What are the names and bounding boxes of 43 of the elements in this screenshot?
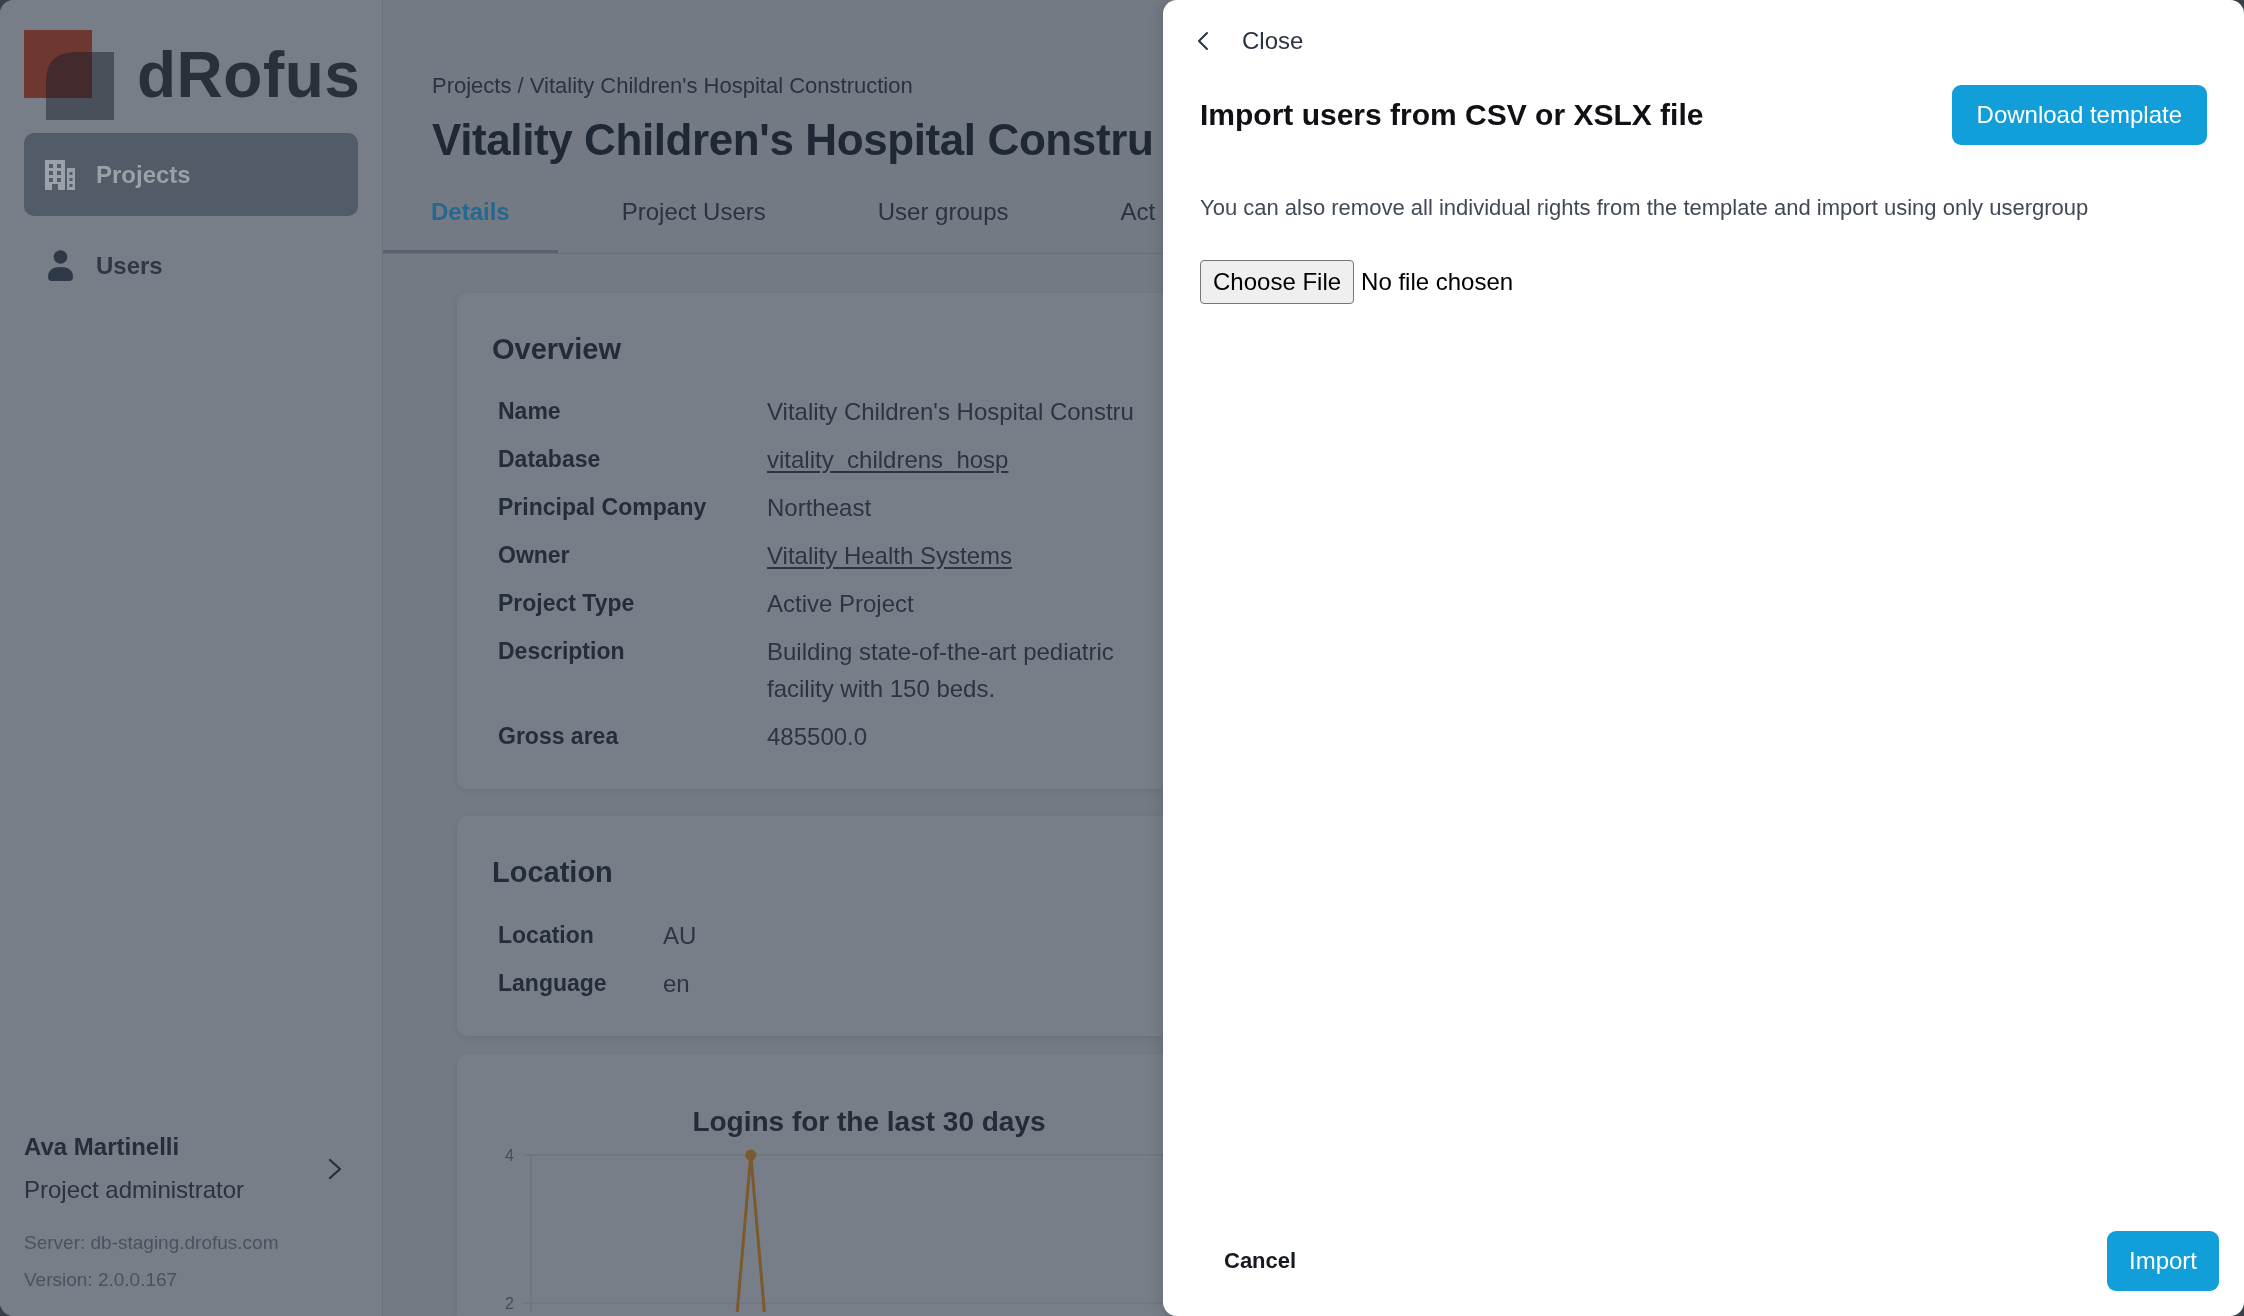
field-value: en <box>663 968 690 999</box>
field-label: Project Type <box>498 589 635 618</box>
user-name: Ava Martinelli <box>24 1132 181 1162</box>
person-icon <box>47 250 73 281</box>
tab[interactable]: User groups <box>829 170 1057 253</box>
card-title: Overview <box>492 332 621 367</box>
panel-title: Import users from CSV or XSLX file <box>1200 98 1704 132</box>
choose-file-button[interactable]: Choose File <box>1200 260 1355 304</box>
field-value: 485500.0 <box>767 721 868 752</box>
user-role: Project administrator <box>24 1175 245 1205</box>
page-title: Vitality Children's Hospital Constru <box>432 114 1154 166</box>
cancel-button[interactable]: Cancel <box>1200 1231 1321 1291</box>
nav-item[interactable]: Users <box>24 224 358 307</box>
field-value: Vitality Children's Hospital Constru <box>767 396 1134 427</box>
field-label: Location <box>498 921 594 950</box>
chevron-right-icon[interactable] <box>328 1157 342 1180</box>
hint-text: You can also remove all individual rights from the template and import using only usergroup <box>1200 195 2090 221</box>
field-value: Northeast <box>767 492 872 523</box>
field-link[interactable]: Vitality Health Systems <box>767 531 1012 579</box>
field-label: Principal Company <box>498 493 707 522</box>
import-button[interactable]: Import <box>2107 1231 2219 1291</box>
building-icon <box>45 159 75 190</box>
field-label: Name <box>498 397 561 426</box>
close-button[interactable]: Close <box>1197 20 1304 62</box>
tab[interactable]: Project Users <box>573 170 814 253</box>
breadcrumb: Projects / Vitality Children's Hospital Construction <box>432 73 913 99</box>
chevron-left-icon <box>1197 31 1209 51</box>
field-label: Database <box>498 445 601 474</box>
chart-title: Logins for the last 30 days <box>692 1105 1046 1137</box>
card-title: Location <box>492 855 613 890</box>
nav-item[interactable]: Projects <box>24 133 358 216</box>
field-value: AU <box>663 920 697 951</box>
file-status-text: No file chosen <box>1361 268 1514 296</box>
tab[interactable]: Act <box>1072 170 1163 253</box>
field-link[interactable]: vitality_childrens_hosp <box>767 435 1009 483</box>
field-label: Owner <box>498 541 570 570</box>
logo-text: dRofus <box>137 43 361 107</box>
field-value: Building state-of-the-art pediatric facility with 150 beds. <box>767 636 1115 704</box>
field-label: Gross area <box>498 722 619 751</box>
field-label: Description <box>498 637 625 666</box>
download-template-button[interactable]: Download template <box>1951 85 2207 145</box>
field-value: Active Project <box>767 588 914 619</box>
field-label: Language <box>498 969 607 998</box>
